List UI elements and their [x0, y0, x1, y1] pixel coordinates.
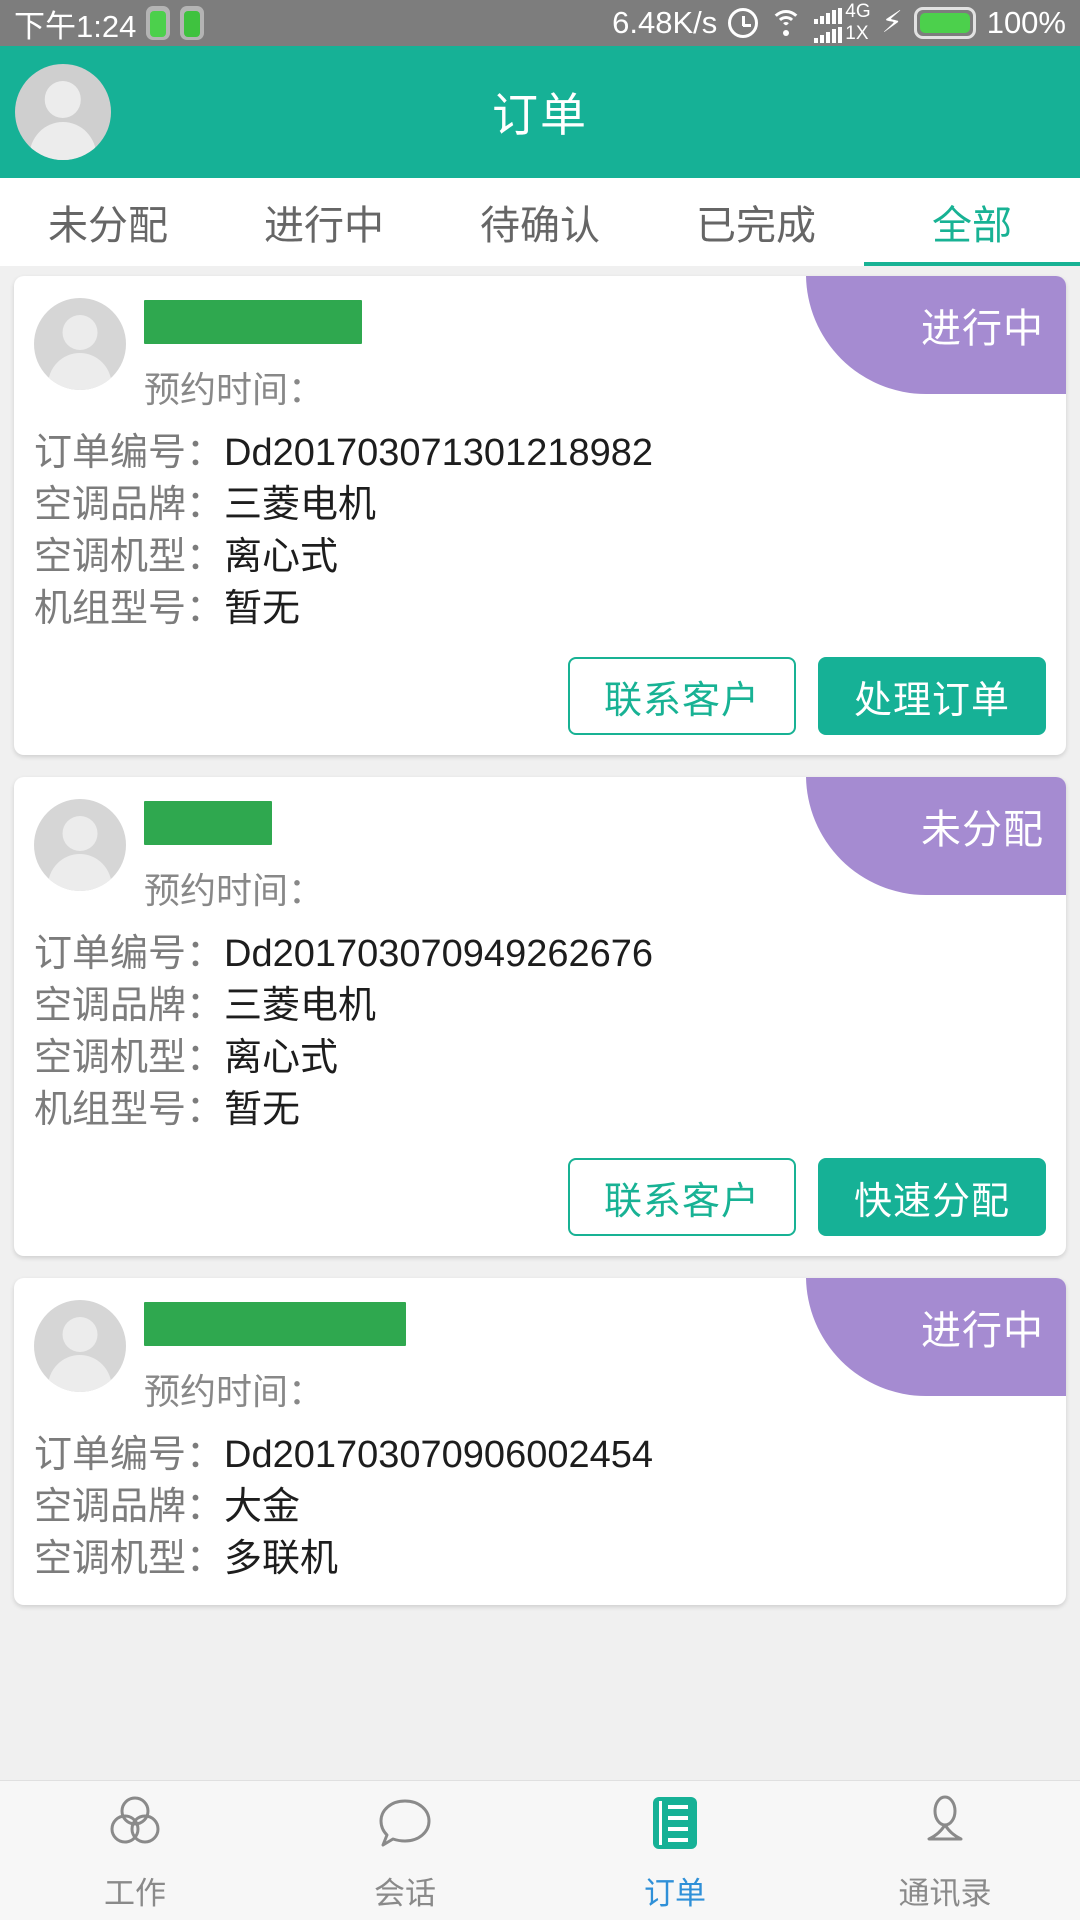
- contact-customer-button[interactable]: 联系客户: [568, 657, 796, 735]
- net-type-primary: 4G: [845, 1, 871, 22]
- order-actions: 联系客户 快速分配: [34, 1158, 1046, 1236]
- customer-name-redacted: [144, 1302, 406, 1346]
- appointment-time-label: 预约时间：: [144, 870, 325, 911]
- battery-level-icon: [913, 7, 976, 39]
- battery-percent: 100%: [986, 5, 1066, 40]
- model-type-value: 离心式: [224, 1037, 339, 1079]
- nav-item-chat[interactable]: 会话: [270, 1788, 540, 1913]
- order-no-label: 订单编号：: [34, 432, 225, 474]
- nav-label: 会话: [374, 1876, 436, 1911]
- tab-label: 待确认: [480, 204, 600, 248]
- process-order-button[interactable]: 处理订单: [818, 657, 1046, 735]
- order-no-row: 订单编号： Dd201703070906002454: [34, 1429, 1046, 1481]
- unit-model-label: 机组型号：: [34, 588, 225, 630]
- wifi-icon: [769, 10, 803, 36]
- brand-label: 空调品牌：: [34, 1486, 225, 1528]
- tab-label: 未分配: [48, 204, 168, 248]
- tab-in-progress[interactable]: 进行中: [216, 178, 432, 266]
- brand-value: 三菱电机: [224, 985, 377, 1027]
- unit-model-value: 暂无: [224, 588, 301, 630]
- tab-label: 全部: [932, 204, 1012, 248]
- nav-item-contacts[interactable]: 通讯录: [810, 1788, 1080, 1913]
- android-icon: [180, 6, 205, 40]
- bottom-navigation: 工作 会话 订单 通讯录: [0, 1780, 1080, 1920]
- model-type-label: 空调机型：: [34, 1037, 225, 1079]
- model-type-value: 多联机: [224, 1538, 339, 1580]
- model-type-row: 空调机型： 离心式: [34, 1032, 1046, 1084]
- customer-avatar-icon: [34, 1300, 126, 1392]
- order-no-row: 订单编号： Dd201703071301218982: [34, 427, 1046, 479]
- order-list[interactable]: 进行中 预约时间： 订单编号： Dd201703071301218982 空调品…: [0, 266, 1080, 1780]
- tab-label: 进行中: [264, 204, 384, 248]
- app-header: 订单: [0, 46, 1080, 178]
- brand-label: 空调品牌：: [34, 484, 225, 526]
- contacts-person-icon: [910, 1788, 980, 1858]
- tab-unassigned[interactable]: 未分配: [0, 178, 216, 266]
- order-no-value: Dd201703071301218982: [224, 432, 653, 474]
- tab-all[interactable]: 全部: [864, 178, 1080, 266]
- appointment-time-label: 预约时间：: [144, 369, 325, 410]
- model-type-label: 空调机型：: [34, 536, 225, 578]
- order-actions: 联系客户 处理订单: [34, 657, 1046, 735]
- brand-row: 空调品牌： 三菱电机: [34, 479, 1046, 531]
- quick-assign-button[interactable]: 快速分配: [818, 1158, 1046, 1236]
- alarm-icon: [728, 8, 759, 38]
- order-details: 订单编号： Dd201703071301218982 空调品牌： 三菱电机 空调…: [34, 427, 1046, 635]
- order-no-label: 订单编号：: [34, 933, 225, 975]
- unit-model-value: 暂无: [224, 1089, 301, 1131]
- order-status-tabs: 未分配 进行中 待确认 已完成 全部: [0, 178, 1080, 266]
- app-root: 下午1:24 6.48K/s 4G 1X ⚡ 100% 订单 未分配 进行中 待…: [0, 0, 1080, 1920]
- order-card[interactable]: 未分配 预约时间： 订单编号： Dd201703070949262676 空调品…: [14, 777, 1066, 1256]
- nav-item-orders[interactable]: 订单: [540, 1788, 810, 1913]
- nav-label: 工作: [104, 1876, 166, 1911]
- brand-value: 三菱电机: [224, 484, 377, 526]
- appointment-time-label: 预约时间：: [144, 1371, 325, 1412]
- nav-label: 通讯录: [898, 1876, 992, 1911]
- status-time: 下午1:24: [14, 8, 137, 44]
- model-type-label: 空调机型：: [34, 1538, 225, 1580]
- venn-circles-icon: [100, 1788, 170, 1858]
- status-bar-right: 6.48K/s 4G 1X ⚡ 100%: [612, 1, 1066, 44]
- order-card[interactable]: 进行中 预约时间： 订单编号： Dd201703071301218982 空调品…: [14, 276, 1066, 755]
- contact-customer-button[interactable]: 联系客户: [568, 1158, 796, 1236]
- model-type-row: 空调机型： 多联机: [34, 1533, 1046, 1585]
- order-details: 订单编号： Dd201703070949262676 空调品牌： 三菱电机 空调…: [34, 928, 1046, 1136]
- tab-completed[interactable]: 已完成: [648, 178, 864, 266]
- customer-avatar-icon: [34, 799, 126, 891]
- brand-label: 空调品牌：: [34, 985, 225, 1027]
- nav-label: 订单: [644, 1876, 706, 1911]
- net-type-secondary: 1X: [845, 23, 869, 44]
- user-avatar-icon[interactable]: [15, 64, 111, 160]
- page-title: 订单: [492, 89, 588, 141]
- brand-row: 空调品牌： 大金: [34, 1481, 1046, 1533]
- customer-name-redacted: [144, 801, 272, 845]
- order-no-value: Dd201703070906002454: [224, 1434, 653, 1476]
- customer-name-redacted: [144, 300, 362, 344]
- order-no-label: 订单编号：: [34, 1434, 225, 1476]
- unit-model-row: 机组型号： 暂无: [34, 1084, 1046, 1136]
- brand-row: 空调品牌： 三菱电机: [34, 980, 1046, 1032]
- chat-bubble-icon: [370, 1788, 440, 1858]
- order-card[interactable]: 进行中 预约时间： 订单编号： Dd201703070906002454 空调品…: [14, 1278, 1066, 1605]
- unit-model-label: 机组型号：: [34, 1089, 225, 1131]
- status-bar: 下午1:24 6.48K/s 4G 1X ⚡ 100%: [0, 0, 1080, 46]
- model-type-row: 空调机型： 离心式: [34, 531, 1046, 583]
- order-list-icon: [640, 1788, 710, 1858]
- nav-item-work[interactable]: 工作: [0, 1788, 270, 1913]
- signal-bars-icon: 4G 1X: [814, 1, 871, 44]
- battery-icon: [146, 6, 171, 40]
- unit-model-row: 机组型号： 暂无: [34, 583, 1046, 635]
- status-bar-left: 下午1:24: [14, 1, 205, 46]
- brand-value: 大金: [224, 1486, 301, 1528]
- order-details: 订单编号： Dd201703070906002454 空调品牌： 大金 空调机型…: [34, 1429, 1046, 1585]
- model-type-value: 离心式: [224, 536, 339, 578]
- tab-pending-confirm[interactable]: 待确认: [432, 178, 648, 266]
- order-no-value: Dd201703070949262676: [224, 933, 653, 975]
- order-no-row: 订单编号： Dd201703070949262676: [34, 928, 1046, 980]
- tab-label: 已完成: [696, 204, 816, 248]
- customer-avatar-icon: [34, 298, 126, 390]
- network-speed: 6.48K/s: [612, 5, 718, 40]
- bolt-icon: ⚡: [881, 6, 903, 39]
